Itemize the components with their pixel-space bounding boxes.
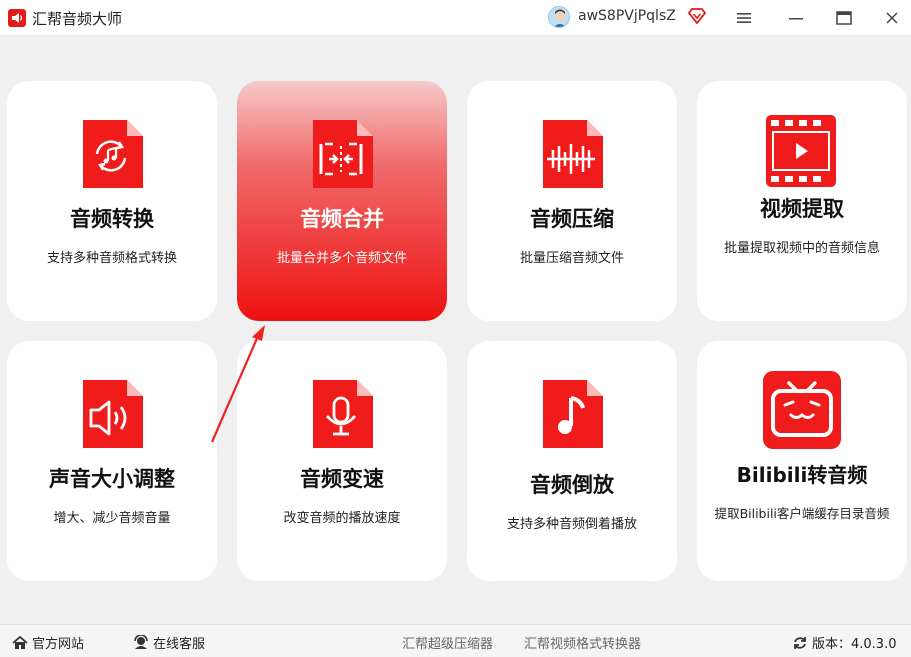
audio-compress-icon (543, 120, 603, 188)
customer-service-icon (134, 635, 148, 649)
footer-label: 官方网站 (32, 637, 85, 652)
home-icon (12, 635, 28, 649)
card-title: 音频转换 (70, 207, 154, 231)
card-desc: 提取Bilibili客户端缓存目录音频 (714, 506, 890, 521)
footer-label: 在线客服 (153, 637, 206, 652)
audio-convert-card[interactable]: 音频转换 支持多种音频格式转换 (7, 81, 217, 321)
version-info[interactable]: 版本：4.0.3.0 (792, 633, 896, 652)
volume-adjust-card[interactable]: 声音大小调整 增大、减少音频音量 (7, 341, 217, 581)
card-desc: 支持多种音频格式转换 (46, 251, 177, 266)
card-desc: 批量压缩音频文件 (519, 251, 624, 266)
app-title: 汇帮音频大师 (32, 10, 123, 28)
version-label: 版本：4.0.3.0 (812, 637, 897, 652)
audio-reverse-card[interactable]: 音频倒放 支持多种音频倒着播放 (467, 341, 677, 581)
card-desc: 改变音频的播放速度 (283, 511, 401, 526)
video-extract-card[interactable]: 视频提取 批量提取视频中的音频信息 (697, 81, 907, 321)
card-title: 音频倒放 (530, 473, 614, 497)
online-service-link[interactable]: 在线客服 (133, 633, 205, 652)
audio-merge-card[interactable]: 音频合并 批量合并多个音频文件 (237, 81, 447, 321)
audio-merge-icon (313, 120, 373, 188)
bilibili-audio-card[interactable]: Bilibili转音频 提取Bilibili客户端缓存目录音频 (697, 341, 907, 581)
audio-convert-icon (83, 120, 143, 188)
volume-icon (83, 380, 143, 448)
super-compressor-link[interactable]: 汇帮超级压缩器 (402, 633, 493, 652)
official-website-link[interactable]: 官方网站 (12, 633, 84, 652)
card-title: 音频变速 (300, 467, 384, 491)
music-note-icon (543, 380, 603, 448)
card-desc: 增大、减少音频音量 (53, 511, 171, 526)
user-name[interactable]: awS8PVjPqlsZ (578, 8, 676, 24)
card-desc: 支持多种音频倒着播放 (506, 517, 637, 532)
film-strip-icon (766, 115, 836, 187)
avatar[interactable] (548, 6, 570, 28)
menu-icon[interactable] (732, 6, 756, 30)
footer-bar: 官方网站 在线客服 汇帮超级压缩器 汇帮视频格式转换器 版本：4.0.3.0 (0, 624, 911, 657)
title-bar: 汇帮音频大师 awS8PVjPqlsZ (0, 0, 911, 36)
refresh-icon (794, 636, 806, 649)
card-desc: 批量合并多个音频文件 (276, 251, 407, 266)
close-icon[interactable] (880, 6, 904, 30)
card-title: 视频提取 (760, 197, 844, 221)
minimize-icon[interactable] (784, 6, 808, 30)
video-converter-link[interactable]: 汇帮视频格式转换器 (524, 633, 641, 652)
maximize-icon[interactable] (832, 6, 856, 30)
card-desc: 批量提取视频中的音频信息 (723, 241, 880, 256)
microphone-icon (313, 380, 373, 448)
audio-compress-card[interactable]: 音频压缩 批量压缩音频文件 (467, 81, 677, 321)
card-title: 音频合并 (300, 207, 384, 231)
card-title: 声音大小调整 (49, 467, 175, 491)
vip-diamond-icon[interactable] (688, 8, 706, 24)
audio-speed-card[interactable]: 音频变速 改变音频的播放速度 (237, 341, 447, 581)
speaker-icon (8, 9, 26, 27)
card-title: 音频压缩 (530, 207, 614, 231)
card-title: Bilibili转音频 (736, 463, 868, 487)
bilibili-tv-icon (763, 371, 841, 449)
